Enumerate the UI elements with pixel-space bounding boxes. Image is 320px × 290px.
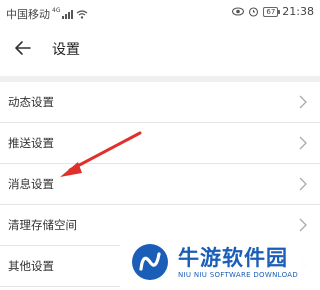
watermark: 牛游软件园 NIU NIU SOFTWARE DOWNLOAD [120, 238, 320, 290]
battery-icon: 67 [263, 6, 281, 17]
settings-item-label: 其他设置 [8, 259, 54, 273]
alarm-icon [249, 7, 259, 17]
carrier-label: 中国移动 [6, 8, 50, 21]
chevron-right-icon [299, 95, 307, 109]
eye-icon [232, 7, 245, 16]
watermark-subtitle: NIU NIU SOFTWARE DOWNLOAD [178, 271, 299, 279]
wifi-icon [77, 9, 88, 19]
chevron-right-icon [299, 218, 307, 232]
settings-item-message[interactable]: 消息设置 [0, 164, 320, 205]
settings-item-push[interactable]: 推送设置 [0, 123, 320, 164]
back-arrow-icon[interactable] [12, 37, 34, 59]
status-bar: 中国移动 4G 67 21:38 [0, 0, 320, 24]
chevron-right-icon [299, 177, 307, 191]
status-right: 67 21:38 [232, 5, 314, 18]
clock: 21:38 [282, 5, 314, 18]
network-type: 4G [52, 6, 61, 14]
watermark-title: 牛游软件园 [178, 246, 288, 270]
status-left: 中国移动 4G [6, 6, 88, 22]
signal-icon [62, 9, 74, 19]
chevron-right-icon [299, 136, 307, 150]
page-title: 设置 [52, 42, 80, 58]
settings-item-dynamic[interactable]: 动态设置 [0, 82, 320, 123]
settings-item-label: 推送设置 [8, 136, 54, 150]
app-header: 设置 [0, 24, 320, 76]
settings-item-label: 动态设置 [8, 95, 54, 109]
settings-item-label: 清理存储空间 [8, 218, 77, 232]
watermark-logo-icon [132, 244, 168, 280]
settings-item-label: 消息设置 [8, 177, 54, 191]
